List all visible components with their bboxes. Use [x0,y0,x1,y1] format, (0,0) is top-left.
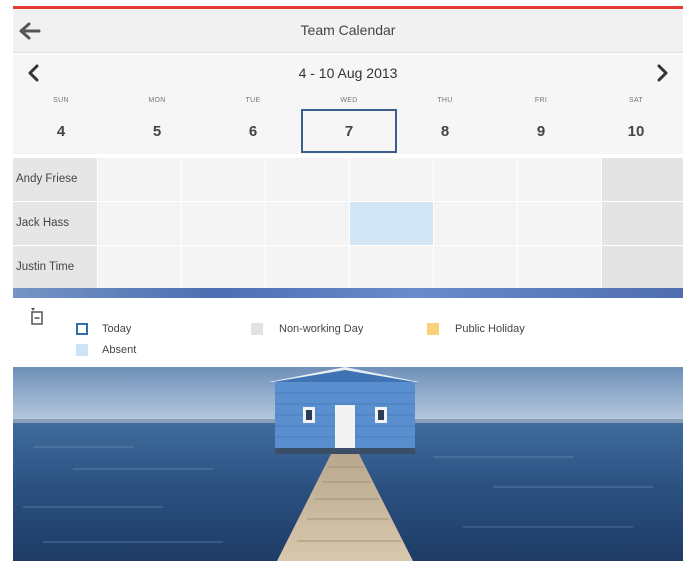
date-cell[interactable]: 6 [205,110,301,154]
schedule-cell[interactable] [97,158,182,201]
boatshed-photo [13,367,683,561]
day-names-row: SUN MON TUE WED THU FRI SAT [13,92,683,110]
non-working-swatch [251,323,263,335]
schedule-cell-absent[interactable] [349,202,433,245]
day-name: SUN [53,97,69,104]
legend-item-public-holiday: Public Holiday [427,323,525,335]
date-cell[interactable]: 9 [493,110,589,154]
dates-row: 4 5 6 7 8 9 10 [13,110,683,154]
schedule-grid: Andy Friese Jack Hass Justin Time [13,158,683,289]
day-name: TUE [245,97,261,104]
schedule-cell[interactable] [181,202,266,245]
legend-label: Non-working Day [279,323,364,335]
date-cell[interactable]: 10 [589,110,683,154]
legend: Today Absent Non-working Day Public Holi… [13,298,683,366]
schedule-cell[interactable] [516,246,601,289]
schedule-cell[interactable] [349,158,433,201]
schedule-cell[interactable] [97,202,182,245]
member-name: Jack Hass [13,202,98,245]
day-name: SAT [629,97,643,104]
schedule-cell[interactable] [265,202,349,245]
schedule-cell[interactable] [432,246,517,289]
schedule-cell[interactable] [97,246,182,289]
date-cell[interactable]: 5 [109,110,205,154]
legend-label: Today [102,323,132,335]
legend-label: Absent [102,344,137,356]
absent-swatch [76,344,88,356]
legend-label: Public Holiday [455,323,525,335]
schedule-cell[interactable] [516,202,601,245]
chevron-right-icon[interactable] [653,63,671,83]
member-row: Jack Hass [13,202,683,245]
day-name: THU [437,97,453,104]
week-range: 4 - 10 Aug 2013 [298,65,398,81]
legend-item-absent: Absent [76,344,136,356]
schedule-cell-non-working[interactable] [600,202,683,245]
legend-item-today: Today [76,323,131,335]
divider-stripe [13,288,683,298]
schedule-cell[interactable] [265,246,349,289]
schedule-cell[interactable] [432,158,517,201]
schedule-cell[interactable] [432,202,517,245]
schedule-cell[interactable] [181,158,266,201]
schedule-cell[interactable] [181,246,266,289]
title-bar: Team Calendar [13,9,683,53]
today-swatch [76,323,88,335]
app-frame: Team Calendar 4 - 10 Aug 2013 SUN MON TU… [13,6,683,561]
member-name: Justin Time [13,246,98,289]
schedule-cell-non-working[interactable] [600,246,683,289]
schedule-cell[interactable] [516,158,601,201]
date-cell[interactable]: 8 [397,110,493,154]
day-name: MON [148,97,166,104]
date-cell[interactable]: 4 [13,110,109,154]
collapse-legend-icon[interactable] [30,307,44,327]
schedule-cell[interactable] [265,158,349,201]
schedule-cell[interactable] [349,246,433,289]
public-holiday-swatch [427,323,439,335]
member-name: Andy Friese [13,158,98,201]
legend-item-non-working: Non-working Day [251,323,363,335]
date-cell-today[interactable]: 7 [301,110,397,154]
member-row: Andy Friese [13,158,683,201]
schedule-cell-non-working[interactable] [600,158,683,201]
day-name: FRI [534,97,548,104]
page-title: Team Calendar [300,22,396,38]
week-navigator: 4 - 10 Aug 2013 [13,54,683,92]
member-row: Justin Time [13,246,683,289]
day-name: WED [340,97,358,104]
